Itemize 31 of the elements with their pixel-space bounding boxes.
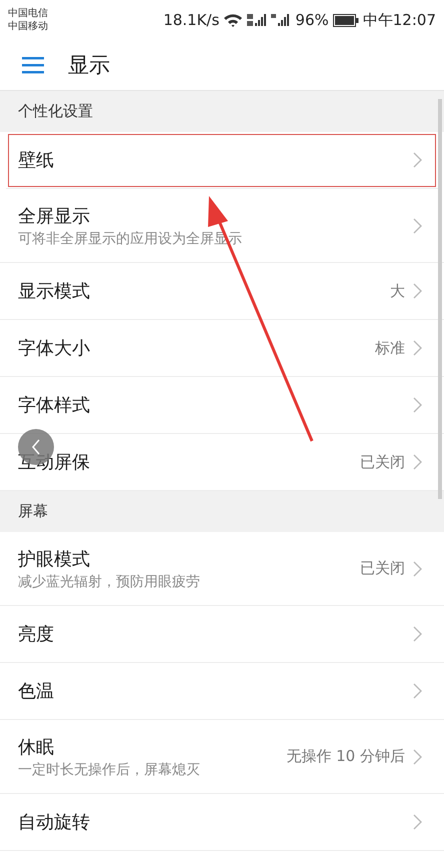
chevron-icon [413, 748, 422, 764]
settings-row[interactable]: 色温 [0, 663, 444, 720]
carrier-name: 中国移动 [8, 20, 48, 33]
section-header: 个性化设置 [18, 102, 93, 121]
settings-row[interactable]: 自动旋转 [0, 794, 444, 851]
chevron-icon [413, 560, 422, 576]
chevron-icon [413, 152, 422, 168]
settings-row[interactable]: 壁纸 [6, 132, 438, 189]
network-speed: 18.1K/s [163, 11, 220, 29]
chevron-icon [413, 626, 422, 642]
chevron-icon [413, 814, 422, 830]
menu-icon[interactable] [22, 56, 44, 74]
page-title: 显示 [68, 52, 110, 79]
chevron-icon [413, 397, 422, 413]
signal-icon [247, 13, 268, 27]
settings-row[interactable]: 亮度 [0, 606, 444, 663]
chevron-icon [413, 340, 422, 356]
wifi-icon [223, 13, 244, 27]
signal-icon [271, 13, 292, 27]
back-icon [31, 439, 41, 455]
chevron-icon [413, 283, 422, 299]
settings-row[interactable]: 护眼模式 减少蓝光辐射，预防用眼疲劳 已关闭 [0, 532, 444, 606]
carrier-name: 中国电信 [8, 7, 48, 20]
settings-row[interactable]: 休眠 一定时长无操作后，屏幕熄灭 无操作 10 分钟后 [0, 720, 444, 794]
section-header: 屏幕 [18, 502, 48, 521]
chevron-icon [413, 454, 422, 470]
battery-percent: 96% [295, 11, 329, 29]
chevron-icon [413, 683, 422, 699]
battery-icon [332, 14, 359, 26]
chevron-icon [413, 218, 422, 234]
clock: 中午12:07 [362, 10, 436, 30]
